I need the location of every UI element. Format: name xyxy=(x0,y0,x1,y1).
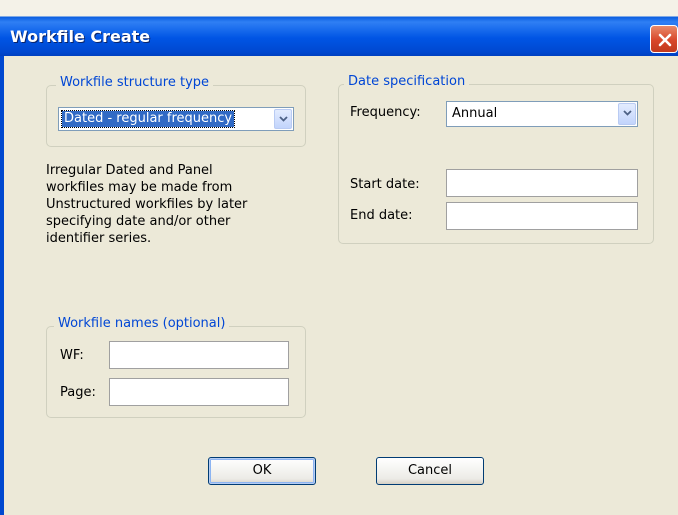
title-bar[interactable]: Workfile Create xyxy=(0,0,678,56)
workfile-names-legend: Workfile names (optional) xyxy=(54,316,230,331)
start-date-input[interactable] xyxy=(446,169,638,197)
structure-type-dropdown-button[interactable] xyxy=(274,109,292,129)
chevron-down-icon xyxy=(279,116,288,122)
wf-label: WF: xyxy=(60,348,84,363)
page-label: Page: xyxy=(60,385,96,400)
frequency-label: Frequency: xyxy=(350,105,421,120)
page-name-input[interactable] xyxy=(109,378,289,406)
structure-type-value: Dated - regular frequency xyxy=(60,110,236,128)
frequency-dropdown-button[interactable] xyxy=(618,103,636,125)
cancel-button[interactable]: Cancel xyxy=(376,457,484,485)
date-specification-legend: Date specification xyxy=(344,74,470,89)
window-title: Workfile Create xyxy=(10,27,151,46)
end-date-input[interactable] xyxy=(446,202,638,230)
structure-info-text: Irregular Dated and Panel workfiles may … xyxy=(46,163,248,246)
frequency-dropdown[interactable]: Annual xyxy=(446,101,638,127)
structure-type-legend: Workfile structure type xyxy=(56,75,214,90)
ok-button[interactable]: OK xyxy=(208,457,316,485)
wf-name-input[interactable] xyxy=(109,341,289,369)
close-icon xyxy=(658,33,672,47)
start-date-label: Start date: xyxy=(350,177,420,192)
end-date-label: End date: xyxy=(350,208,413,223)
chevron-down-icon xyxy=(623,110,632,116)
structure-type-dropdown[interactable]: Dated - regular frequency xyxy=(58,107,294,131)
close-button[interactable] xyxy=(650,25,678,53)
frequency-value: Annual xyxy=(452,106,498,121)
